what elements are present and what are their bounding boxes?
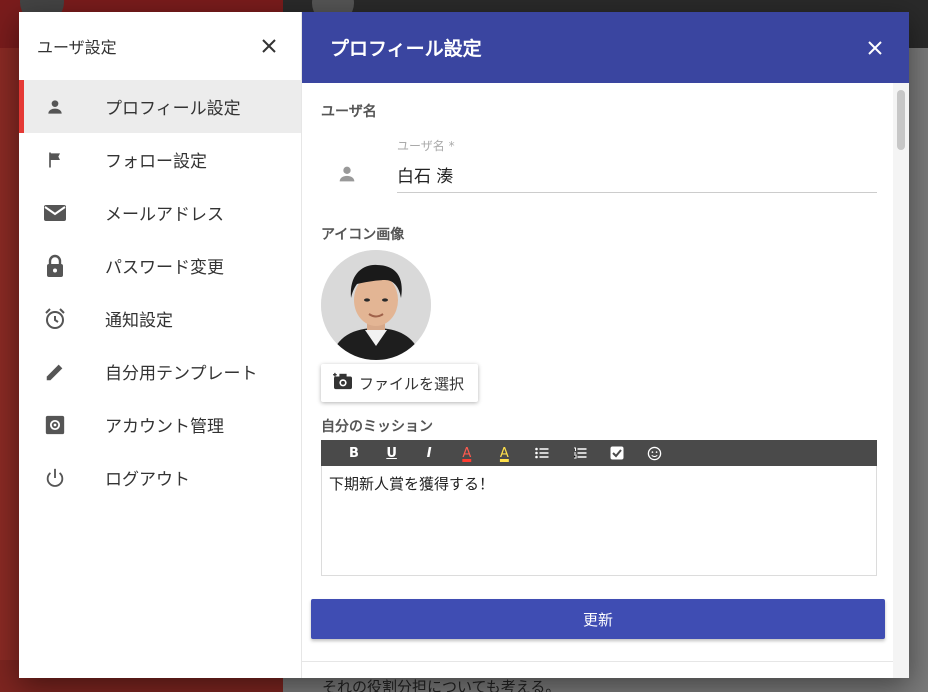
alarm-icon <box>42 306 68 332</box>
username-input[interactable] <box>397 157 877 193</box>
numbered-list-icon[interactable] <box>565 442 595 464</box>
sidebar-item-label: メールアドレス <box>105 205 224 225</box>
choose-file-button[interactable]: ファイルを選択 <box>321 364 479 402</box>
username-field-row: ユーザ名 * <box>302 121 909 196</box>
editor-toolbar: B U I A A <box>321 440 877 466</box>
close-icon[interactable] <box>863 36 887 60</box>
person-icon <box>336 163 358 185</box>
sidebar-item-label: 自分用テンプレート <box>105 364 258 384</box>
mission-editor[interactable]: 下期新人賞を獲得する！ <box>321 466 877 576</box>
sidebar-item-password[interactable]: パスワード変更 <box>19 239 301 292</box>
panel-body: ユーザ名 ユーザ名 * アイコン画像 <box>302 83 909 678</box>
sidebar-item-follow[interactable]: フォロー設定 <box>19 133 301 186</box>
emoji-icon[interactable] <box>640 442 670 464</box>
sidebar-header: ユーザ設定 <box>19 12 301 80</box>
username-section-label: ユーザ名 <box>321 104 377 120</box>
settings-box-icon <box>42 412 68 438</box>
bold-button[interactable]: B <box>339 442 369 464</box>
background-text: それの役割分担についても考える。 <box>322 678 561 692</box>
highlight-color-button[interactable]: A <box>489 442 519 464</box>
icon-section-label: アイコン画像 <box>321 227 405 243</box>
sidebar-item-label: パスワード変更 <box>105 258 224 278</box>
bulleted-list-icon[interactable] <box>527 442 557 464</box>
panel-title: プロフィール設定 <box>330 38 482 60</box>
settings-nav: プロフィール設定 フォロー設定 メールアドレス パスワード変更 通知設定 自分用… <box>19 80 301 504</box>
profile-settings-panel: プロフィール設定 ユーザ名 ユーザ名 * アイコン画像 <box>301 12 909 678</box>
panel-header: プロフィール設定 <box>302 12 909 83</box>
user-settings-dialog: ユーザ設定 プロフィール設定 フォロー設定 メールアドレス パスワード変更 通知… <box>19 12 909 678</box>
sidebar-item-logout[interactable]: ログアウト <box>19 451 301 504</box>
mission-section-label: 自分のミッション <box>321 419 433 435</box>
lock-icon <box>42 253 68 279</box>
mail-icon <box>42 200 68 226</box>
sidebar-item-email[interactable]: メールアドレス <box>19 186 301 239</box>
mission-section: 自分のミッション B U I A A 下期新人賞を獲得する！ <box>302 416 909 576</box>
choose-file-label: ファイルを選択 <box>359 374 465 393</box>
username-field-label: ユーザ名 * <box>397 139 455 153</box>
person-icon <box>42 94 68 120</box>
sidebar-item-notification[interactable]: 通知設定 <box>19 292 301 345</box>
sidebar-item-label: 通知設定 <box>105 311 173 331</box>
underline-button[interactable]: U <box>377 442 407 464</box>
pencil-icon <box>42 359 68 385</box>
flag-icon <box>42 147 68 173</box>
sidebar-title: ユーザ設定 <box>37 38 117 57</box>
update-button[interactable]: 更新 <box>311 599 885 639</box>
sidebar-item-label: アカウント管理 <box>105 417 224 437</box>
divider <box>302 661 894 662</box>
sidebar-item-label: ログアウト <box>105 470 190 490</box>
scrollbar[interactable] <box>893 83 909 678</box>
sidebar-item-profile[interactable]: プロフィール設定 <box>19 80 301 133</box>
sidebar-item-label: プロフィール設定 <box>105 99 241 119</box>
camera-icon <box>333 372 353 394</box>
icon-section: アイコン画像 ファイルを選択 <box>302 224 909 402</box>
scrollbar-thumb[interactable] <box>897 90 905 150</box>
italic-button[interactable]: I <box>414 442 444 464</box>
settings-sidebar: ユーザ設定 プロフィール設定 フォロー設定 メールアドレス パスワード変更 通知… <box>19 12 301 678</box>
text-color-button[interactable]: A <box>452 442 482 464</box>
sidebar-item-account[interactable]: アカウント管理 <box>19 398 301 451</box>
power-icon <box>42 465 68 491</box>
avatar <box>321 250 431 360</box>
close-icon[interactable] <box>257 34 281 58</box>
checkbox-icon[interactable] <box>602 442 632 464</box>
sidebar-item-label: フォロー設定 <box>105 152 207 172</box>
sidebar-item-template[interactable]: 自分用テンプレート <box>19 345 301 398</box>
